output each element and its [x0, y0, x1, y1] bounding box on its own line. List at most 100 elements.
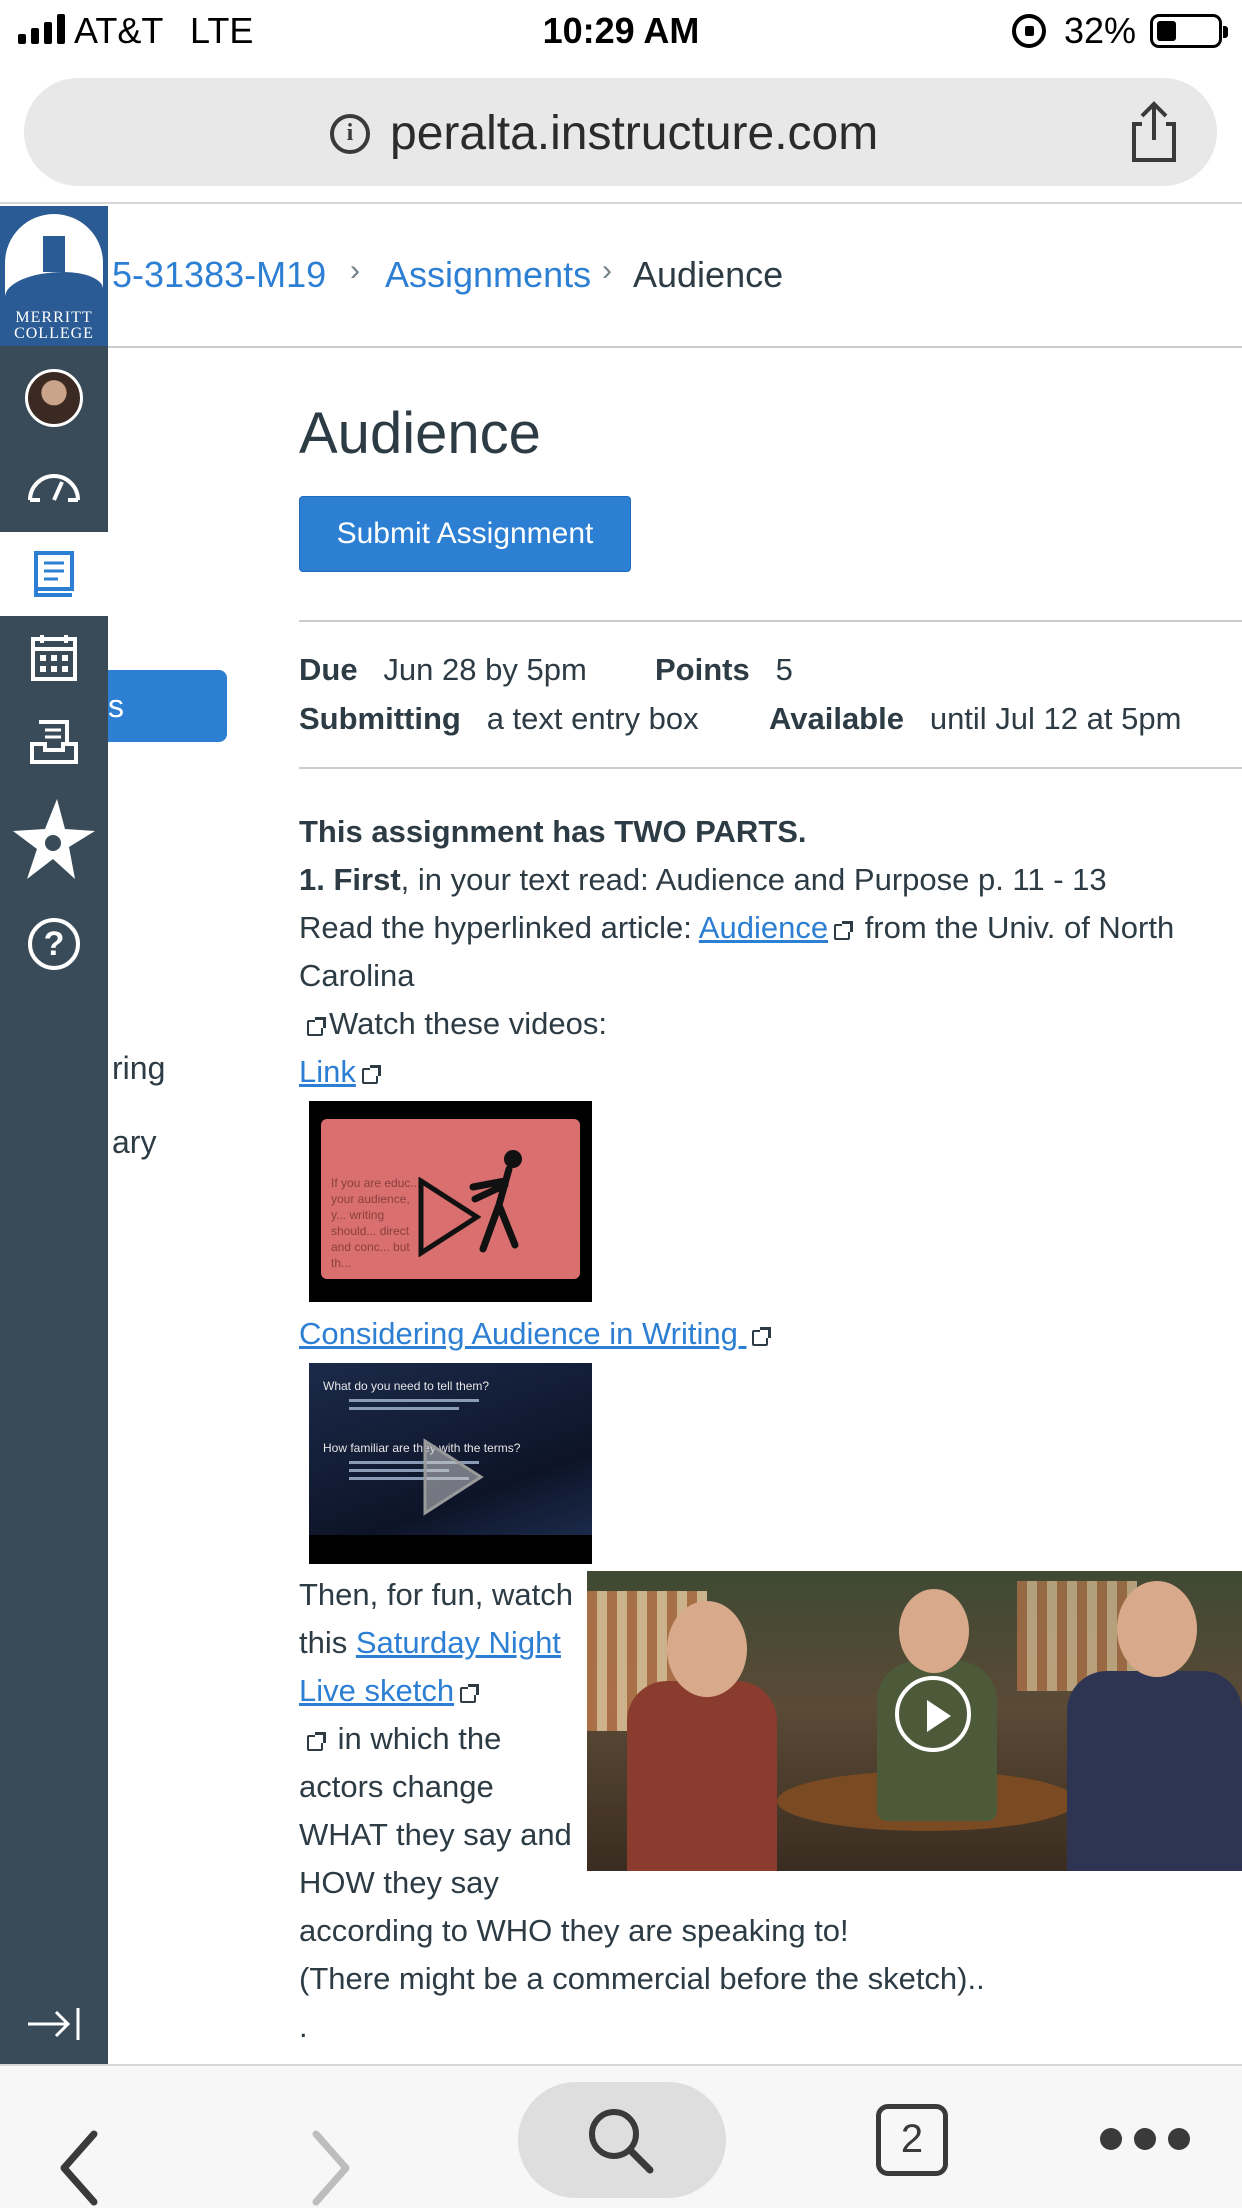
- first-rest: , in your text read: Audience and Purpos…: [400, 862, 1107, 897]
- description-line: (There might be a commercial before the …: [299, 1961, 985, 1996]
- star-icon: [13, 799, 95, 879]
- browser-toolbar: 2: [0, 2064, 1242, 2208]
- more-icon[interactable]: [1100, 2128, 1190, 2150]
- description-line: 1. First, in your text read: Audience an…: [299, 862, 1107, 898]
- battery-fill: [1157, 21, 1176, 41]
- play-icon: [895, 1676, 971, 1752]
- description-line: HOW they say: [299, 1865, 499, 1900]
- collapse-nav-icon[interactable]: [24, 2004, 84, 2044]
- breadcrumb-course[interactable]: 5-31383-M19: [112, 254, 326, 296]
- nav-account[interactable]: [0, 356, 108, 440]
- first-bold: 1. First: [299, 862, 401, 897]
- help-icon: ?: [28, 918, 80, 970]
- due-label: Due: [299, 652, 358, 687]
- available-row: Available until Jul 12 at 5pm: [769, 701, 1181, 737]
- video-link-1[interactable]: Link: [299, 1054, 356, 1089]
- nav-dashboard[interactable]: [0, 442, 108, 526]
- external-link-icon: [307, 1732, 326, 1751]
- description-line: Read the hyperlinked article: Audience f…: [299, 910, 1175, 945]
- external-link-icon: [307, 1017, 326, 1036]
- description-line: according to WHO they are speaking to!: [299, 1913, 849, 1948]
- nav-inbox[interactable]: [0, 700, 108, 784]
- url-text: peralta.instructure.com: [390, 107, 879, 160]
- nav-help[interactable]: ?: [0, 902, 108, 986]
- submitting-value: a text entry box: [486, 701, 699, 736]
- course-nav-active-label: s: [108, 688, 124, 724]
- nav-commons[interactable]: [0, 798, 108, 882]
- submitting-label: Submitting: [299, 701, 461, 736]
- snl-link[interactable]: Live sketch: [299, 1673, 454, 1708]
- divider: [299, 767, 1242, 769]
- orientation-lock-icon: [1012, 14, 1046, 48]
- video-thumbnail-text: If you are educ... your audience, y... w…: [331, 1176, 421, 1270]
- submit-assignment-button[interactable]: Submit Assignment: [299, 496, 631, 572]
- breadcrumb: 5-31383-M19 › Assignments › Audience: [108, 206, 1242, 348]
- nav-courses[interactable]: [0, 532, 108, 616]
- due-row: Due Jun 28 by 5pm: [299, 652, 587, 688]
- external-link-icon: [752, 1327, 772, 1346]
- video-thumbnail-2[interactable]: What do you need to tell them? How famil…: [309, 1363, 592, 1564]
- video-thumbnail-1[interactable]: If you are educ... your audience, y... w…: [309, 1101, 592, 1302]
- points-label: Points: [655, 652, 750, 687]
- courses-icon: [34, 551, 74, 597]
- description-line: actors change: [299, 1769, 494, 1804]
- tabs-button[interactable]: 2: [876, 2104, 948, 2176]
- nav-calendar[interactable]: [0, 616, 108, 700]
- description-line: Link: [299, 1054, 384, 1090]
- breadcrumb-current: Audience: [633, 254, 784, 295]
- back-icon[interactable]: [50, 2096, 110, 2208]
- snl-link[interactable]: Saturday Night: [356, 1625, 561, 1660]
- audience-link[interactable]: Audience: [699, 910, 828, 945]
- dashboard-icon: [28, 474, 80, 502]
- search-button[interactable]: [518, 2082, 726, 2198]
- search-icon: [589, 2109, 654, 2174]
- forward-icon[interactable]: [300, 2096, 360, 2208]
- page-title: Audience: [299, 401, 541, 466]
- address-bar[interactable]: i peralta.instructure.com: [24, 78, 1217, 186]
- status-time: 10:29 AM: [542, 10, 700, 51]
- video-link-2[interactable]: Considering Audience in Writing: [299, 1316, 746, 1351]
- points-row: Points 5: [655, 652, 793, 688]
- avatar: [25, 369, 83, 427]
- course-nav-active-item[interactable]: s: [108, 670, 227, 742]
- course-nav-item[interactable]: ary: [112, 1124, 156, 1161]
- description-line: Live sketch: [299, 1673, 482, 1709]
- course-nav-item[interactable]: ring: [112, 1050, 165, 1087]
- inbox-icon: [30, 720, 78, 764]
- calendar-icon: [31, 635, 77, 681]
- description-line: WHAT they say and: [299, 1817, 572, 1852]
- snl-video-thumbnail[interactable]: [587, 1571, 1242, 1871]
- share-icon[interactable]: [1124, 100, 1184, 164]
- play-icon: [418, 1177, 481, 1257]
- available-value: until Jul 12 at 5pm: [929, 701, 1182, 736]
- college-logo[interactable]: MERRITT COLLEGE: [0, 206, 108, 346]
- breadcrumb-assignments[interactable]: Assignments: [385, 254, 591, 296]
- video-bullet: What do you need to tell them?: [323, 1379, 490, 1393]
- description-line: .: [299, 2009, 308, 2044]
- external-link-icon: [460, 1684, 480, 1703]
- status-bar: AT&T LTE 10:29 AM 32%: [0, 0, 1242, 62]
- available-label: Available: [769, 701, 904, 736]
- description-line: this Saturday Night: [299, 1625, 561, 1660]
- logo-text-line1: MERRITT: [15, 309, 93, 326]
- description-line: Considering Audience in Writing: [299, 1316, 774, 1352]
- play-icon: [423, 1438, 484, 1516]
- breadcrumb-separator: ›: [350, 254, 360, 287]
- global-nav: MERRITT COLLEGE ?: [0, 206, 108, 2064]
- description-line: Then, for fun, watch: [299, 1577, 573, 1612]
- battery-percent: 32%: [1064, 10, 1137, 51]
- browser-url-area: i peralta.instructure.com: [0, 62, 1242, 204]
- logo-text-line2: COLLEGE: [14, 325, 94, 342]
- external-link-icon: [834, 921, 854, 940]
- due-value: Jun 28 by 5pm: [383, 652, 587, 687]
- description-line: in which the: [299, 1721, 501, 1757]
- divider: [299, 620, 1242, 622]
- breadcrumb-separator: ›: [602, 254, 612, 287]
- points-value: 5: [775, 652, 793, 687]
- battery-icon: [1150, 14, 1228, 48]
- description-line: Carolina: [299, 958, 415, 993]
- info-icon[interactable]: i: [330, 114, 370, 154]
- logo-emblem: [5, 214, 103, 314]
- external-link-icon: [361, 1065, 381, 1084]
- description-heading: This assignment has TWO PARTS.: [299, 814, 807, 849]
